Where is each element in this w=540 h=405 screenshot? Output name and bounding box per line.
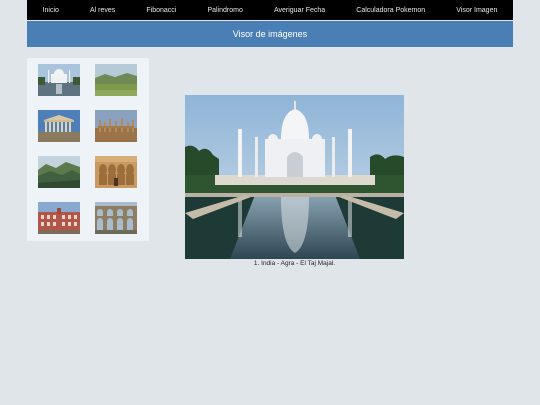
thumbnail-palace[interactable] bbox=[38, 202, 80, 234]
nav-fibonacci[interactable]: Fibonacci bbox=[146, 7, 176, 14]
thumbnail-mountains[interactable] bbox=[38, 156, 80, 188]
thumbnail-panel bbox=[27, 58, 149, 241]
thumbnail-aqueduct[interactable] bbox=[95, 202, 137, 234]
thumbnail-abu-simbel[interactable] bbox=[95, 156, 137, 188]
thumbnail-taj-mahal[interactable] bbox=[38, 64, 80, 96]
thumbnail-parthenon[interactable] bbox=[38, 110, 80, 142]
main-image-taj-mahal bbox=[185, 95, 404, 259]
page-title-bar: Visor de imágenes bbox=[27, 21, 513, 47]
image-caption: 1. India - Agra - El Taj Majal. bbox=[253, 260, 336, 267]
nav-calculadora-pokemon[interactable]: Calculadora Pokemon bbox=[356, 7, 425, 14]
top-navbar: Inicio Al reves Fibonacci Palindromo Ave… bbox=[27, 0, 513, 20]
nav-inicio[interactable]: Inicio bbox=[43, 7, 59, 14]
nav-visor-imagen[interactable]: Visor Imagen bbox=[456, 7, 497, 14]
nav-averiguar-fecha[interactable]: Averiguar Fecha bbox=[274, 7, 325, 14]
nav-palindromo[interactable]: Palindromo bbox=[207, 7, 242, 14]
nav-al-reves[interactable]: Al reves bbox=[90, 7, 115, 14]
thumbnail-landscape[interactable] bbox=[95, 64, 137, 96]
page-title: Visor de imágenes bbox=[232, 29, 308, 39]
thumbnail-ruins[interactable] bbox=[95, 110, 137, 142]
